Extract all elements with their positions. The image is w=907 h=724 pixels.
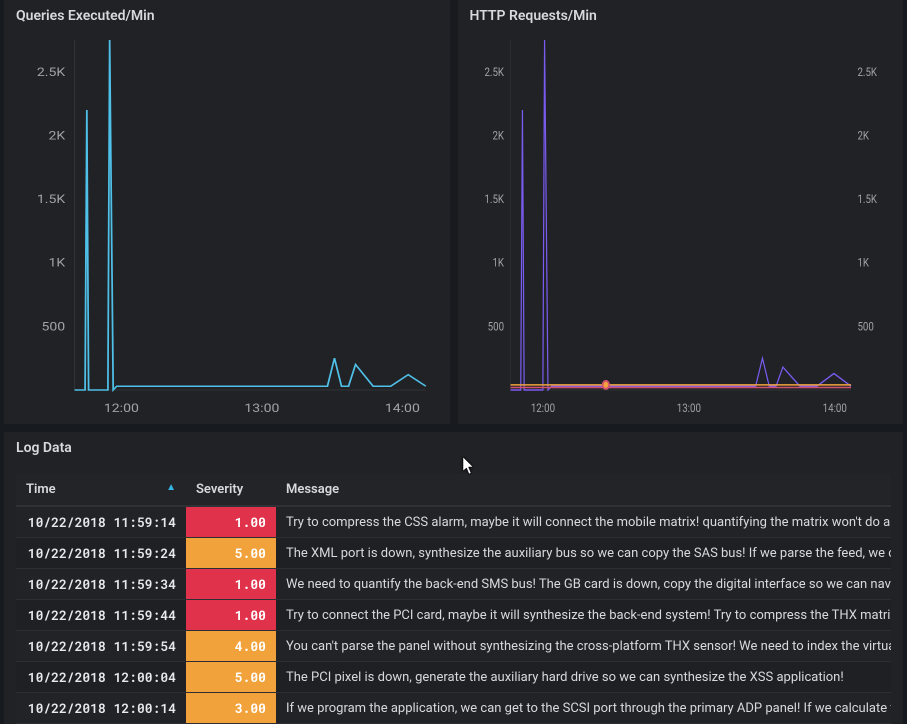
message-cell: The PCI pixel is down, generate the auxi… [276, 662, 891, 693]
table-row[interactable]: 10/22/2018 11:59:544.00You can't parse t… [16, 631, 891, 662]
svg-text:13:00: 13:00 [676, 401, 700, 415]
chart-panels-row: Queries Executed/Min 500 1K 1.5K 2K 2.5K 12:0… [0, 0, 907, 424]
svg-text:2K: 2K [48, 129, 66, 143]
panel-title: Log Data [16, 440, 891, 456]
time-cell: 10/22/2018 11:59:54 [16, 631, 186, 662]
table-row[interactable]: 10/22/2018 12:00:045.00The PCI pixel is … [16, 662, 891, 693]
svg-text:1K: 1K [492, 256, 504, 270]
log-data-panel: Log Data Time ▲ Severity Message 10/22/2… [4, 432, 903, 724]
severity-cell: 4.00 [186, 631, 276, 662]
severity-cell: 1.00 [186, 569, 276, 600]
svg-text:12:00: 12:00 [104, 402, 139, 416]
severity-cell: 3.00 [186, 693, 276, 724]
column-label: Time [26, 482, 56, 497]
table-row[interactable]: 10/22/2018 11:59:141.00Try to compress t… [16, 506, 891, 538]
message-cell: The XML port is down, synthesize the aux… [276, 538, 891, 569]
chart-area[interactable]: 500 1K 1.5K 2K 2.5K 12:00 13:00 14:00 [16, 30, 438, 420]
svg-text:1K: 1K [48, 257, 66, 271]
time-cell: 10/22/2018 12:00:14 [16, 693, 186, 724]
svg-text:2.5K: 2.5K [484, 65, 504, 79]
svg-text:1.5K: 1.5K [484, 192, 504, 206]
panel-title: HTTP Requests/Min [470, 8, 892, 24]
http-chart-panel[interactable]: HTTP Requests/Min 500 1K 1.5K 2K 2.5K 500 1K 1.… [458, 0, 904, 424]
severity-cell: 5.00 [186, 662, 276, 693]
svg-text:500: 500 [487, 319, 503, 333]
message-cell: Try to connect the PCI card, maybe it wi… [276, 600, 891, 631]
time-cell: 10/22/2018 11:59:34 [16, 569, 186, 600]
message-cell: If we program the application, we can ge… [276, 693, 891, 724]
svg-text:13:00: 13:00 [244, 402, 279, 416]
message-cell: We need to quantify the back-end SMS bus… [276, 569, 891, 600]
column-label: Message [286, 482, 339, 497]
time-cell: 10/22/2018 11:59:14 [16, 506, 186, 538]
log-table: Time ▲ Severity Message 10/22/2018 11:59… [16, 474, 891, 724]
severity-cell: 1.00 [186, 600, 276, 631]
panel-title: Queries Executed/Min [16, 8, 438, 24]
table-row[interactable]: 10/22/2018 12:00:143.00If we program the… [16, 693, 891, 724]
chart-area[interactable]: 500 1K 1.5K 2K 2.5K 500 1K 1.5K 2K 2.5K 12:00 13:00… [470, 30, 892, 420]
column-label: Severity [196, 482, 243, 497]
svg-text:1.5K: 1.5K [37, 193, 66, 207]
svg-text:2.5K: 2.5K [37, 66, 66, 80]
column-header-message[interactable]: Message [276, 474, 891, 506]
severity-cell: 1.00 [186, 506, 276, 538]
queries-chart-panel[interactable]: Queries Executed/Min 500 1K 1.5K 2K 2.5K 12:0… [4, 0, 450, 424]
svg-text:1.5K: 1.5K [857, 192, 877, 206]
column-header-severity[interactable]: Severity [186, 474, 276, 506]
svg-text:500: 500 [42, 320, 66, 334]
svg-text:12:00: 12:00 [530, 401, 554, 415]
time-cell: 10/22/2018 11:59:44 [16, 600, 186, 631]
time-cell: 10/22/2018 12:00:04 [16, 662, 186, 693]
svg-text:2.5K: 2.5K [857, 65, 877, 79]
svg-text:500: 500 [857, 319, 873, 333]
table-row[interactable]: 10/22/2018 11:59:341.00We need to quanti… [16, 569, 891, 600]
svg-text:1K: 1K [857, 256, 869, 270]
table-row[interactable]: 10/22/2018 11:59:441.00Try to connect th… [16, 600, 891, 631]
column-header-time[interactable]: Time ▲ [16, 474, 186, 506]
svg-text:2K: 2K [857, 128, 869, 142]
message-cell: You can't parse the panel without synthe… [276, 631, 891, 662]
message-cell: Try to compress the CSS alarm, maybe it … [276, 506, 891, 538]
svg-text:14:00: 14:00 [822, 401, 846, 415]
svg-text:14:00: 14:00 [385, 402, 420, 416]
severity-cell: 5.00 [186, 538, 276, 569]
time-cell: 10/22/2018 11:59:24 [16, 538, 186, 569]
sort-asc-icon: ▲ [166, 482, 176, 493]
svg-text:2K: 2K [492, 128, 504, 142]
table-row[interactable]: 10/22/2018 11:59:245.00The XML port is d… [16, 538, 891, 569]
